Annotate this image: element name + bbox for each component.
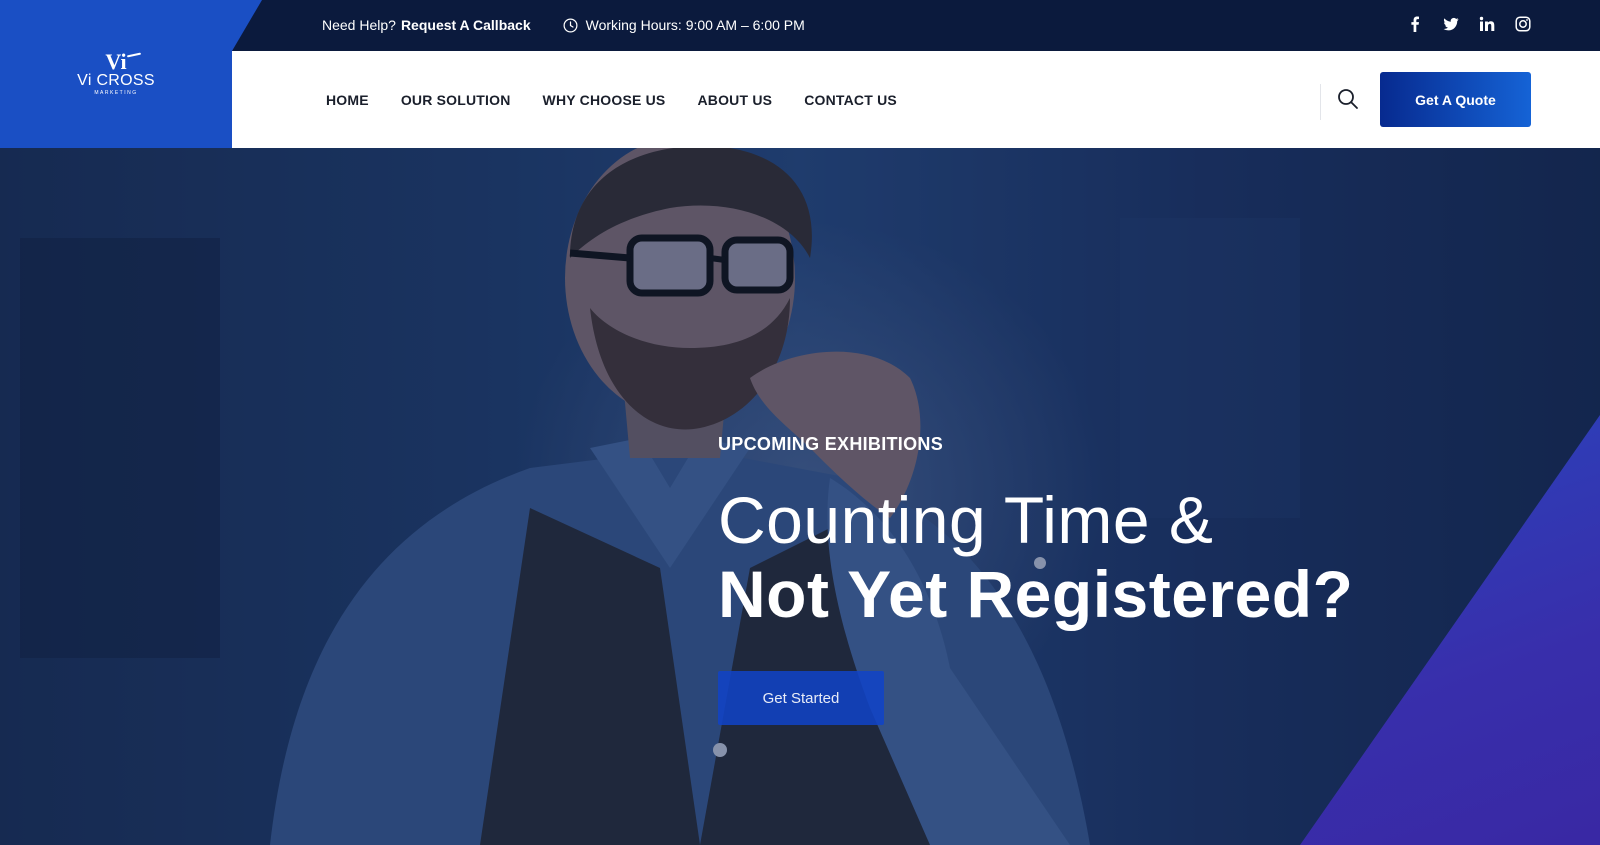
instagram-icon[interactable] <box>1514 15 1532 33</box>
linkedin-icon[interactable] <box>1478 15 1496 33</box>
request-callback-link[interactable]: Request A Callback <box>401 17 531 33</box>
clock-icon <box>563 18 578 33</box>
twitter-icon[interactable] <box>1442 15 1460 33</box>
logo-name: Vi CROSS <box>77 71 155 89</box>
nav-item-our-solution[interactable]: OUR SOLUTION <box>401 92 511 108</box>
main-navbar: HOME OUR SOLUTION WHY CHOOSE US ABOUT US… <box>232 51 1600 148</box>
search-icon[interactable] <box>1336 87 1360 111</box>
hero-eyebrow: UPCOMING EXHIBITIONS <box>718 434 944 454</box>
top-bar: Need Help? Request A Callback Working Ho… <box>0 0 1600 51</box>
social-links <box>1406 0 1532 48</box>
topbar-info: Need Help? Request A Callback Working Ho… <box>322 0 805 50</box>
get-a-quote-button[interactable]: Get A Quote <box>1380 72 1531 127</box>
facebook-icon[interactable] <box>1406 15 1424 33</box>
nav-item-home[interactable]: HOME <box>326 92 369 108</box>
topbar-diagonal-accent <box>232 0 262 51</box>
nav-item-contact-us[interactable]: CONTACT US <box>804 92 897 108</box>
nav-divider <box>1320 84 1321 120</box>
hero-content: UPCOMING EXHIBITIONS Counting Time & Not… <box>718 434 1353 631</box>
logo-mark: Vi <box>105 48 127 74</box>
nav-item-why-choose-us[interactable]: WHY CHOOSE US <box>543 92 666 108</box>
logo-block[interactable]: Vi Vi CROSS MARKETING <box>0 0 232 148</box>
get-started-button[interactable]: Get Started <box>718 671 884 725</box>
hero-section: UPCOMING EXHIBITIONS Counting Time & Not… <box>0 148 1600 845</box>
hero-heading-line2: Not Yet Registered? <box>718 557 1354 631</box>
nav-menu: HOME OUR SOLUTION WHY CHOOSE US ABOUT US… <box>326 51 897 148</box>
logo-tagline: MARKETING <box>94 89 138 96</box>
brand-logo: Vi Vi CROSS MARKETING <box>77 48 155 97</box>
help-prefix: Need Help? <box>322 17 396 33</box>
hero-heading-line1: Counting Time & <box>718 483 1214 557</box>
working-hours: Working Hours: 9:00 AM – 6:00 PM <box>563 17 805 33</box>
nav-item-about-us[interactable]: ABOUT US <box>697 92 772 108</box>
help-callback: Need Help? Request A Callback <box>322 17 531 33</box>
working-hours-text: Working Hours: 9:00 AM – 6:00 PM <box>585 17 805 33</box>
